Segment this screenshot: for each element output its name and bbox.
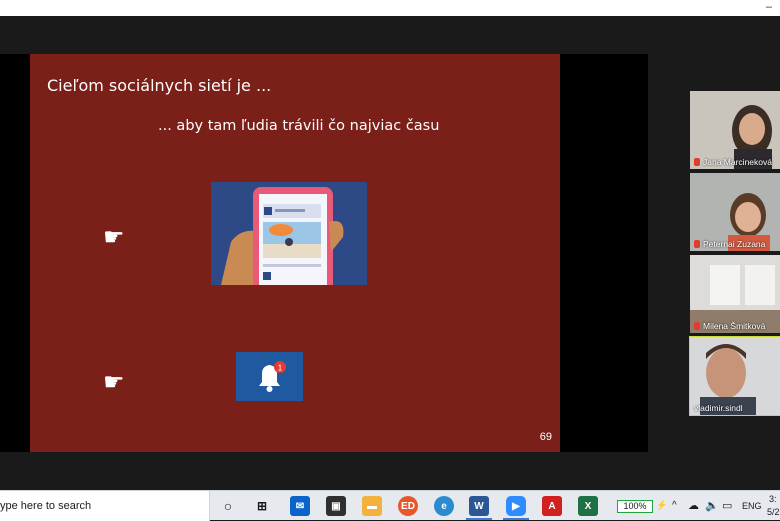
participant-tile[interactable]: Milena Šmitková: [690, 255, 780, 333]
mail-icon[interactable]: ✉: [290, 496, 310, 516]
mic-muted-icon: [694, 322, 700, 330]
zoom-icon[interactable]: ▶: [506, 496, 526, 516]
battery-plug-icon: ⚡: [656, 500, 668, 510]
battery-indicator[interactable]: 100%: [617, 500, 653, 513]
minimize-button[interactable]: –: [766, 0, 772, 14]
notification-bell-illustration: 1: [236, 352, 303, 401]
cloud-icon[interactable]: ☁: [688, 499, 699, 512]
participant-tile[interactable]: Jana Marcineková: [690, 91, 780, 169]
network-icon[interactable]: ▭: [722, 499, 732, 512]
chevron-up-icon[interactable]: ^: [672, 500, 677, 511]
phone-illustration: [211, 182, 367, 285]
window-titlebar: –: [0, 0, 780, 16]
participant-tile-active-speaker[interactable]: vladimir.sindl: [689, 336, 780, 416]
task-view-icon[interactable]: ⊞: [252, 496, 272, 516]
participant-name: vladimir.sindl: [694, 403, 743, 413]
slide-page-number: 69: [539, 431, 552, 443]
participant-tile[interactable]: Peternai Zuzana: [690, 173, 780, 251]
store-icon[interactable]: ▣: [326, 496, 346, 516]
word-icon[interactable]: W: [469, 496, 489, 516]
presentation-slide: Cieľom sociálnych sietí je ... ... aby t…: [30, 54, 560, 452]
windows-taskbar: ype here to search ○ ⊞ ✉ ▣ ▬ ED e W ▶ A …: [0, 490, 780, 521]
mic-muted-icon: [694, 240, 700, 248]
mic-muted-icon: [694, 158, 700, 166]
file-explorer-icon[interactable]: ▬: [362, 496, 382, 516]
cortana-icon[interactable]: ○: [218, 496, 238, 516]
input-language[interactable]: ENG: [742, 501, 762, 511]
search-placeholder: ype here to search: [0, 500, 92, 512]
pointing-hand-icon: ☛: [103, 224, 125, 251]
participant-name: Milena Šmitková: [703, 321, 766, 331]
shared-screen-area: Cieľom sociálnych sietí je ... ... aby t…: [0, 54, 648, 452]
acrobat-icon[interactable]: A: [542, 496, 562, 516]
pointing-hand-icon: ☛: [103, 369, 125, 396]
participant-name: Jana Marcineková: [703, 157, 772, 167]
participant-name: Peternai Zuzana: [703, 239, 766, 249]
excel-icon[interactable]: X: [578, 496, 598, 516]
edupage-icon[interactable]: ED: [398, 496, 418, 516]
notification-badge: 1: [278, 364, 283, 373]
speaker-icon[interactable]: 🔈: [705, 499, 719, 512]
clock-time[interactable]: 3:: [769, 494, 777, 504]
edge-browser-icon[interactable]: e: [434, 496, 454, 516]
slide-subtitle: ... aby tam ľudia trávili čo najviac čas…: [158, 118, 440, 134]
taskbar-search-box[interactable]: ype here to search: [0, 491, 210, 521]
zoom-meeting-window: – Cieľom sociálnych sietí je ... ... aby…: [0, 0, 780, 490]
slide-title: Cieľom sociálnych sietí je ...: [47, 76, 272, 95]
clock-date[interactable]: 5/2: [767, 507, 780, 517]
